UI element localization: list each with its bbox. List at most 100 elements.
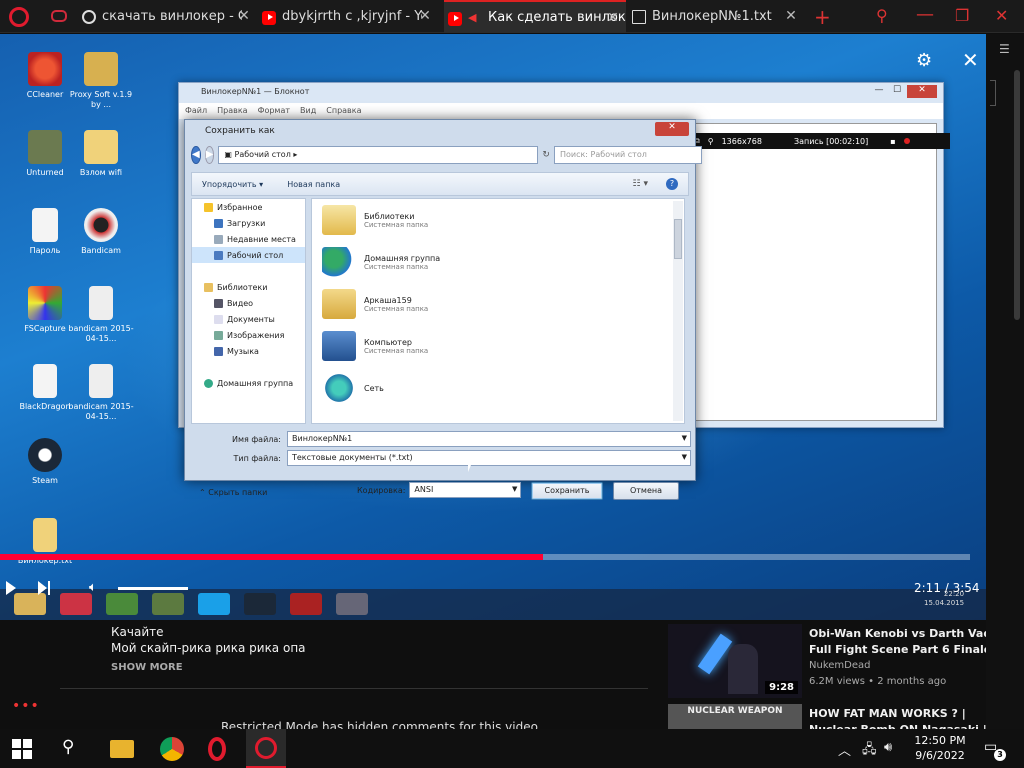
speaker-icon[interactable]: ◀ xyxy=(468,11,482,25)
settings-gear-icon[interactable]: ⚙ xyxy=(916,50,932,71)
recommendation-title[interactable]: HOW FAT MAN WORKS ? | Nuclear Bomb ON Na… xyxy=(809,706,1009,729)
nav-item-desktop: Рабочий стол xyxy=(192,247,305,263)
folder-icon xyxy=(33,518,57,552)
user-folder-icon xyxy=(322,289,356,319)
homegroup-icon xyxy=(204,378,213,388)
new-folder-button: Новая папка xyxy=(287,179,341,189)
file-list-scrollbar xyxy=(673,201,683,421)
tab-google-search[interactable]: скачать винлокер - Go ✕ xyxy=(82,0,257,33)
search-icon[interactable]: ⚲ xyxy=(62,737,86,761)
youtube-icon xyxy=(448,11,462,26)
description-line: Мой скайп-рика рика рика опа xyxy=(111,641,306,655)
tab-close-icon[interactable]: ✕ xyxy=(237,8,251,24)
windows-start-icon[interactable] xyxy=(12,739,32,759)
downloads-icon xyxy=(214,218,223,228)
hide-folders-toggle: ⌃ Скрыть папки xyxy=(199,488,268,497)
desktop-icon-bandicam-avi: bandicam 2015-04-15... xyxy=(66,286,136,344)
taskbar-clock[interactable]: 12:50 PM 9/6/2022 xyxy=(910,733,970,763)
notepad-menu: Файл Правка Формат Вид Справка xyxy=(179,103,943,119)
chevron-up-icon[interactable]: ︿ xyxy=(838,740,851,759)
volume-icon[interactable]: 🔊︎ xyxy=(884,740,892,755)
dialog-close-icon: ✕ xyxy=(655,122,689,136)
globe-icon xyxy=(82,9,96,24)
file-item: Компьютер Системная папка xyxy=(312,325,684,367)
nav-item-homegroup: Домашняя группа xyxy=(192,375,305,391)
video-player[interactable]: CCleaner Proxy Soft v.1.9 by ... Unturne… xyxy=(0,34,986,620)
tab-close-icon[interactable]: ✕ xyxy=(418,8,432,24)
documents-icon xyxy=(214,314,223,324)
star-icon xyxy=(204,202,213,212)
gamepad-icon[interactable] xyxy=(51,10,67,22)
description-line: Качайте xyxy=(111,625,164,639)
volume-slider[interactable] xyxy=(118,587,188,590)
side-panel-edge xyxy=(990,80,996,106)
save-as-dialog: Сохранить как ✕ ◀ ▶ ▣ Рабочий стол ▸ ↻ П… xyxy=(184,119,702,500)
nav-item-downloads: Загрузки xyxy=(192,215,305,231)
video-thumbnail[interactable]: 9:28 xyxy=(668,624,802,698)
desktop-icon-proxy-soft: Proxy Soft v.1.9 by ... xyxy=(66,52,136,110)
network-icon xyxy=(322,373,356,403)
minimize-button[interactable]: — xyxy=(916,4,934,25)
channel-name[interactable]: NukemDead xyxy=(809,660,870,671)
show-more-button[interactable]: SHOW MORE xyxy=(111,662,183,673)
tab-youtube-video[interactable]: ◀ Как сделать винлок ✕ xyxy=(444,0,626,33)
video-meta: 6.2M views • 2 months ago xyxy=(809,676,947,687)
fscapture-icon xyxy=(28,286,62,320)
recommendation-item[interactable]: NUCLEAR WEAPON HOW FAT MAN WORKS ? | Nuc… xyxy=(668,704,1018,729)
desktop-icon xyxy=(214,250,223,260)
video-file-icon xyxy=(89,286,113,320)
nav-item-video: Видео xyxy=(192,295,305,311)
file-explorer-icon[interactable] xyxy=(110,740,134,758)
file-item: Сеть xyxy=(312,367,684,409)
restore-button[interactable]: ❐ xyxy=(955,6,969,25)
opera-gx-icon xyxy=(255,737,277,759)
recommendation-item[interactable]: 9:28 Obi-Wan Kenobi vs Darth Vader Full … xyxy=(668,624,1018,700)
refresh-icon: ↻ xyxy=(542,150,550,160)
notification-count-badge: 3 xyxy=(994,749,1006,761)
close-miniplayer-icon[interactable]: ✕ xyxy=(962,48,979,72)
chrome-icon[interactable] xyxy=(160,737,184,761)
network-icon[interactable]: 🖧︎ xyxy=(862,740,877,762)
desktop-icon-wifi-folder: Взлом wifi xyxy=(66,130,136,178)
player-controls: 🔈︎ 2:11 / 3:54 xyxy=(0,574,986,604)
video-thumbnail[interactable]: NUCLEAR WEAPON xyxy=(668,704,802,729)
more-dots-icon[interactable]: ••• xyxy=(12,698,40,714)
nav-item-libraries: Библиотеки xyxy=(192,279,305,295)
next-icon[interactable] xyxy=(38,581,52,595)
easy-setup-icon[interactable]: ☰ xyxy=(999,42,1010,56)
nav-item-favorites: Избранное xyxy=(192,199,305,215)
desktop-icon-bandicam: Bandicam xyxy=(66,208,136,256)
nav-item-recent: Недавние места xyxy=(192,231,305,247)
desktop-icon-bandicam-wav: bandicam 2015-04-15... xyxy=(66,364,136,422)
duration-badge: 9:28 xyxy=(765,681,798,694)
opera-menu-icon[interactable] xyxy=(9,7,29,27)
opera-gx-active-icon[interactable] xyxy=(246,729,286,768)
time-display: 2:11 / 3:54 xyxy=(914,581,980,595)
volume-icon[interactable]: 🔈︎ xyxy=(89,580,97,595)
tab-close-icon[interactable]: ✕ xyxy=(606,10,620,26)
music-icon xyxy=(214,346,223,356)
encoding-row: Кодировка: ANSI ▼ xyxy=(357,482,522,498)
search-tabs-icon[interactable]: ⚲ xyxy=(876,6,888,25)
folder-icon xyxy=(84,130,118,164)
close-window-button[interactable]: ✕ xyxy=(995,6,1008,25)
tab-close-icon[interactable]: ✕ xyxy=(784,8,798,24)
text-file-icon xyxy=(33,364,57,398)
dialog-search-field: Поиск: Рабочий стол xyxy=(553,146,702,164)
tab-youtube-search[interactable]: dbykjrrth c ,kjryjnf - You ✕ xyxy=(262,0,438,33)
file-item: Аркаша159 Системная папка xyxy=(312,283,684,325)
play-icon[interactable] xyxy=(6,581,16,595)
new-tab-button[interactable]: + xyxy=(814,5,831,29)
camera-icon: ▪ xyxy=(890,136,896,146)
recommendation-title[interactable]: Obi-Wan Kenobi vs Darth Vader Full Fight… xyxy=(809,626,1009,658)
opera-icon[interactable] xyxy=(208,737,226,761)
page-scrollbar[interactable] xyxy=(1014,70,1020,320)
save-button: Сохранить xyxy=(531,482,603,500)
computer-icon xyxy=(322,331,356,361)
scrollbar-thumb xyxy=(674,219,682,259)
view-options-icon: ☷ ▾ xyxy=(632,179,648,189)
address-bar: ▣ Рабочий стол ▸ xyxy=(218,146,539,164)
tab-text-file[interactable]: ВинлокерN№1.txt ✕ xyxy=(632,0,804,33)
filename-field: ВинлокерN№1 ▼ xyxy=(287,431,691,447)
libraries-icon xyxy=(204,282,213,292)
